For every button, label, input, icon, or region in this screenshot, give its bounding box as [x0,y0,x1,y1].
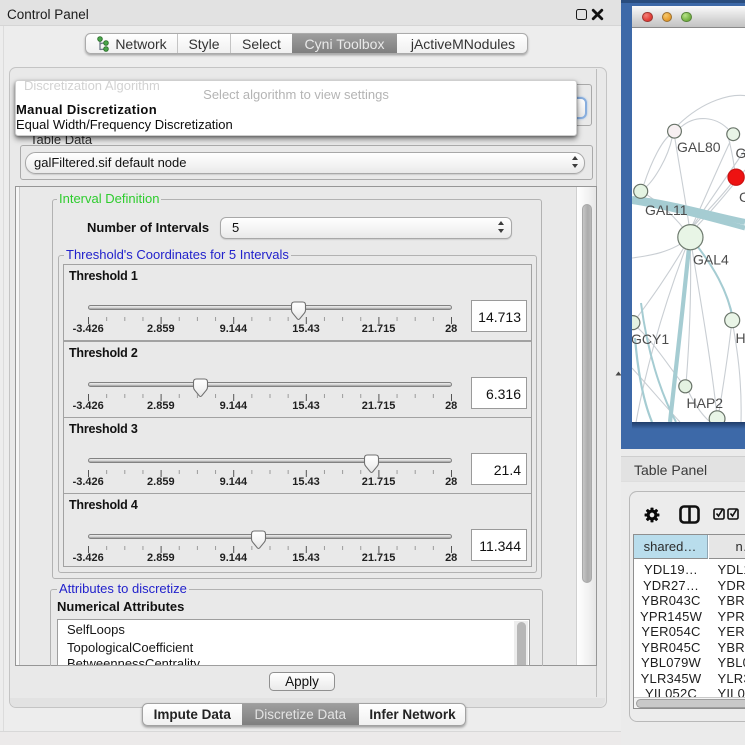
svg-text:G.: G. [736,145,745,161]
svg-text:GAL11: GAL11 [645,202,688,218]
svg-text:GAL80: GAL80 [677,139,721,155]
svg-text:C: C [739,189,745,205]
svg-text:GCY1: GCY1 [632,331,669,347]
svg-text:HA: HA [736,330,745,346]
svg-text:GAL4: GAL4 [693,251,729,267]
svg-text:HAP2: HAP2 [687,395,724,411]
